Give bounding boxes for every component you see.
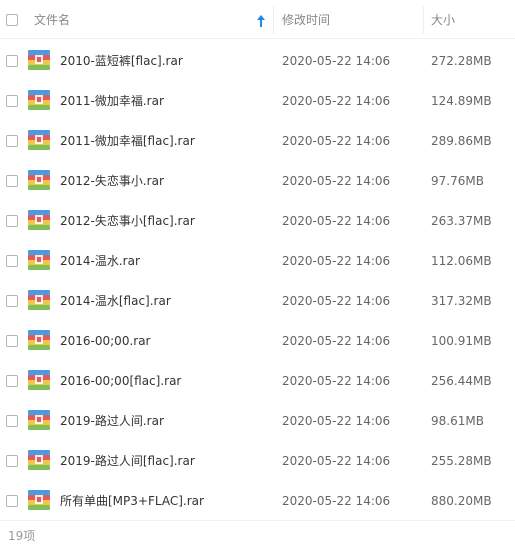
file-row[interactable]: 2016-00;00.rar 2020-05-22 14:06 100.91MB	[0, 321, 515, 361]
item-count: 19项	[8, 529, 36, 543]
file-name[interactable]: 2016-00;00.rar	[60, 321, 151, 361]
file-size: 263.37MB	[431, 214, 492, 228]
row-checkbox[interactable]	[6, 135, 18, 147]
file-modified-time: 2020-05-22 14:06	[282, 174, 391, 188]
column-divider[interactable]	[423, 6, 424, 34]
rar-archive-icon[interactable]	[28, 330, 50, 350]
file-row[interactable]: 2014-温水.rar 2020-05-22 14:06 112.06MB	[0, 241, 515, 281]
column-header-time-label: 修改时间	[282, 13, 331, 27]
file-size: 256.44MB	[431, 374, 492, 388]
file-modified-time: 2020-05-22 14:06	[282, 94, 391, 108]
file-list-panel: 文件名 修改时间 大小 2010-蓝短裤[flac].rar 2020-05-22…	[0, 0, 515, 549]
row-checkbox[interactable]	[6, 415, 18, 427]
file-name[interactable]: 2012-失恋事小[flac].rar	[60, 201, 195, 241]
file-modified-time: 2020-05-22 14:06	[282, 494, 391, 508]
file-row[interactable]: 2011-微加幸福[flac].rar 2020-05-22 14:06 289.8…	[0, 121, 515, 161]
column-header-size[interactable]: 大小	[431, 0, 511, 38]
file-name[interactable]: 2019-路过人间[flac].rar	[60, 441, 195, 481]
file-modified-time: 2020-05-22 14:06	[282, 254, 391, 268]
rar-archive-icon[interactable]	[28, 450, 50, 470]
file-modified-time: 2020-05-22 14:06	[282, 54, 391, 68]
file-row[interactable]: 2011-微加幸福.rar 2020-05-22 14:06 124.89MB	[0, 81, 515, 121]
row-checkbox[interactable]	[6, 95, 18, 107]
file-size: 112.06MB	[431, 254, 492, 268]
file-name[interactable]: 2019-路过人间.rar	[60, 401, 164, 441]
file-size: 880.20MB	[431, 494, 492, 508]
row-checkbox[interactable]	[6, 495, 18, 507]
rar-archive-icon[interactable]	[28, 290, 50, 310]
file-name[interactable]: 2010-蓝短裤[flac].rar	[60, 41, 183, 81]
file-list: 2010-蓝短裤[flac].rar 2020-05-22 14:06 272.28…	[0, 41, 515, 521]
rar-archive-icon[interactable]	[28, 130, 50, 150]
row-checkbox[interactable]	[6, 215, 18, 227]
file-size: 98.61MB	[431, 414, 484, 428]
rar-archive-icon[interactable]	[28, 170, 50, 190]
rar-archive-icon[interactable]	[28, 210, 50, 230]
file-row[interactable]: 2012-失恋事小[flac].rar 2020-05-22 14:06 263.3…	[0, 201, 515, 241]
arrow-up-icon[interactable]	[257, 15, 265, 27]
column-header-size-label: 大小	[431, 13, 456, 27]
file-row[interactable]: 所有单曲[MP3+FLAC].rar 2020-05-22 14:06 880.20…	[0, 481, 515, 521]
file-row[interactable]: 2019-路过人间.rar 2020-05-22 14:06 98.61MB	[0, 401, 515, 441]
file-modified-time: 2020-05-22 14:06	[282, 134, 391, 148]
column-header-time[interactable]: 修改时间	[282, 0, 422, 38]
file-name[interactable]: 2014-温水[flac].rar	[60, 281, 171, 321]
file-name[interactable]: 2011-微加幸福[flac].rar	[60, 121, 195, 161]
row-checkbox[interactable]	[6, 295, 18, 307]
rar-archive-icon[interactable]	[28, 370, 50, 390]
file-name[interactable]: 2016-00;00[flac].rar	[60, 361, 181, 401]
file-modified-time: 2020-05-22 14:06	[282, 334, 391, 348]
column-header-name[interactable]: 文件名	[0, 0, 272, 38]
file-list-header: 文件名 修改时间 大小	[0, 0, 515, 39]
file-size: 97.76MB	[431, 174, 484, 188]
status-bar: 19项	[0, 520, 515, 549]
file-size: 272.28MB	[431, 54, 492, 68]
file-row[interactable]: 2012-失恋事小.rar 2020-05-22 14:06 97.76MB	[0, 161, 515, 201]
column-header-name-label: 文件名	[34, 13, 71, 27]
file-modified-time: 2020-05-22 14:06	[282, 294, 391, 308]
file-row[interactable]: 2014-温水[flac].rar 2020-05-22 14:06 317.32M…	[0, 281, 515, 321]
rar-archive-icon[interactable]	[28, 250, 50, 270]
rar-archive-icon[interactable]	[28, 90, 50, 110]
file-name[interactable]: 2012-失恋事小.rar	[60, 161, 164, 201]
file-row[interactable]: 2019-路过人间[flac].rar 2020-05-22 14:06 255.2…	[0, 441, 515, 481]
rar-archive-icon[interactable]	[28, 50, 50, 70]
file-name[interactable]: 所有单曲[MP3+FLAC].rar	[60, 481, 204, 521]
file-modified-time: 2020-05-22 14:06	[282, 454, 391, 468]
file-size: 317.32MB	[431, 294, 492, 308]
row-checkbox[interactable]	[6, 335, 18, 347]
rar-archive-icon[interactable]	[28, 490, 50, 510]
file-row[interactable]: 2016-00;00[flac].rar 2020-05-22 14:06 256.…	[0, 361, 515, 401]
file-row[interactable]: 2010-蓝短裤[flac].rar 2020-05-22 14:06 272.28…	[0, 41, 515, 81]
file-name[interactable]: 2014-温水.rar	[60, 241, 140, 281]
row-checkbox[interactable]	[6, 255, 18, 267]
file-modified-time: 2020-05-22 14:06	[282, 414, 391, 428]
file-size: 289.86MB	[431, 134, 492, 148]
row-checkbox[interactable]	[6, 375, 18, 387]
row-checkbox[interactable]	[6, 455, 18, 467]
file-size: 100.91MB	[431, 334, 492, 348]
file-modified-time: 2020-05-22 14:06	[282, 214, 391, 228]
column-divider[interactable]	[273, 6, 274, 34]
row-checkbox[interactable]	[6, 55, 18, 67]
row-checkbox[interactable]	[6, 175, 18, 187]
file-name[interactable]: 2011-微加幸福.rar	[60, 81, 164, 121]
rar-archive-icon[interactable]	[28, 410, 50, 430]
file-modified-time: 2020-05-22 14:06	[282, 374, 391, 388]
file-size: 255.28MB	[431, 454, 492, 468]
file-size: 124.89MB	[431, 94, 492, 108]
